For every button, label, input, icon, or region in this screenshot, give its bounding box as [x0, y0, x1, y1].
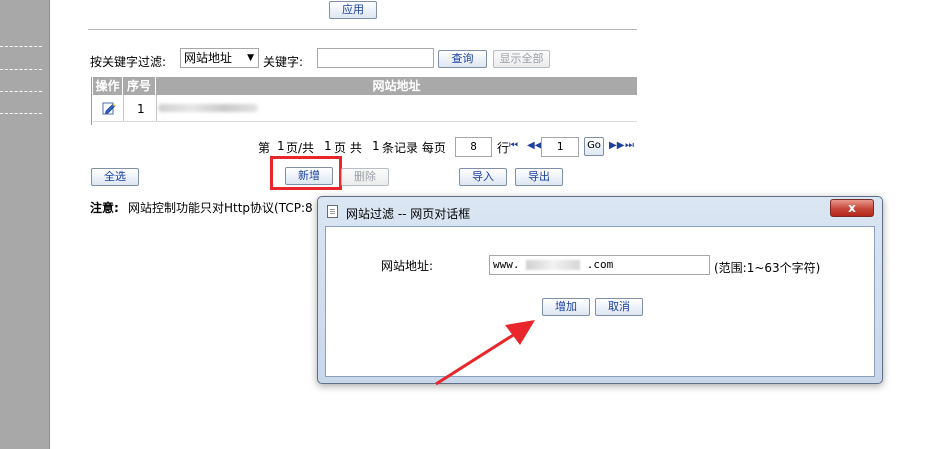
annotation-arrow: [435, 320, 535, 386]
screen: 应用 按关键字过滤: 网站地址 ▼ 关键字: 查询 显示全部 操作 序号 网站地…: [0, 0, 949, 449]
